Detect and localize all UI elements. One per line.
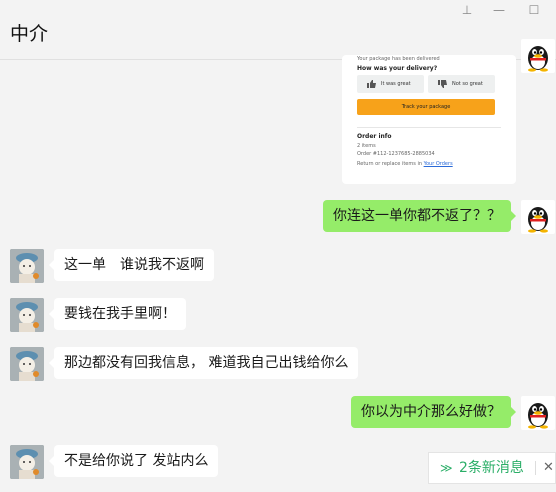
minimize-button[interactable]: — [490,2,508,18]
pin-icon[interactable]: ⊥ [458,2,476,18]
card-track-button: Track your package [357,99,495,115]
card-bad-button: Not so great [428,75,495,93]
card-items: 2 items [357,143,376,149]
contact-avatar[interactable] [10,249,44,283]
card-feedback-heading: How was your delivery? [357,65,438,72]
card-delivered-line: Your package has been delivered [357,56,440,62]
close-icon[interactable]: ✕ [543,453,554,483]
message-in-bubble[interactable]: 这一单 谁说我不返啊 [49,249,214,281]
bear-avatar-icon [10,347,44,381]
penguin-avatar-icon [528,207,548,233]
title-bar: 中介 ⊥ — ☐ [0,0,556,60]
message-in-bubble[interactable]: 不是给你说了 发站内么 [48,445,219,477]
penguin-avatar-icon [528,403,548,429]
message-list[interactable]: Your package has been delivered How was … [0,39,556,492]
my-avatar[interactable] [521,200,555,234]
order-card-image[interactable]: Your package has been delivered How was … [342,55,516,184]
message-out-bubble[interactable]: 你连这一单你都不返了？？ [323,200,516,232]
bear-avatar-icon [10,249,44,283]
new-messages-label[interactable]: 2条新消息 [459,453,524,483]
contact-avatar[interactable] [10,347,44,381]
card-divider [357,127,501,128]
card-order-number: Order #112-1237685-2885034 [357,151,435,157]
contact-avatar[interactable] [10,298,44,332]
maximize-button[interactable]: ☐ [525,2,543,18]
new-messages-banner[interactable]: ≫ 2条新消息 ✕ [428,452,556,484]
double-chevron-down-icon: ≫ [440,461,453,475]
contact-avatar[interactable] [10,445,44,479]
card-order-info-heading: Order info [357,133,392,140]
bear-avatar-icon [10,298,44,332]
thumbs-up-icon [367,80,376,88]
message-in-bubble[interactable]: 要钱在我手里啊！ [49,298,186,330]
banner-divider [535,461,536,475]
message-in-bubble[interactable]: 那边都没有回我信息， 难道我自己出钱给你么 [48,347,359,379]
card-good-button: It was great [357,75,424,93]
my-avatar[interactable] [521,396,555,430]
my-avatar[interactable] [521,39,555,73]
chat-title: 中介 [10,23,49,45]
thumbs-down-icon [438,80,447,88]
penguin-avatar-icon [528,46,548,72]
bear-avatar-icon [10,445,44,479]
message-out-bubble[interactable]: 你以为中介那么好做？ [351,396,516,428]
card-returns-line: Return or replace items in Your Orders [357,161,453,167]
